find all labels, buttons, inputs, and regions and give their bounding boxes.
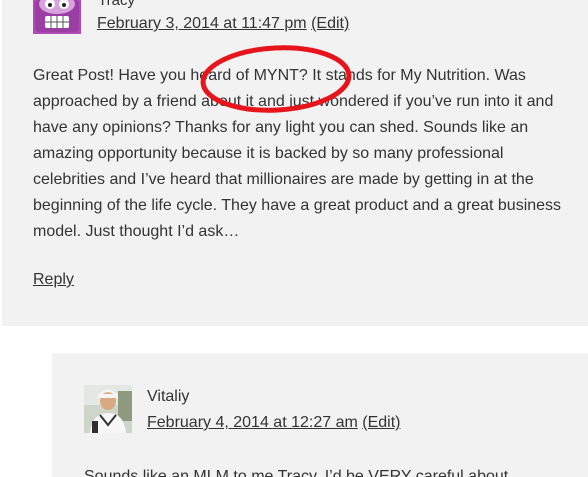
comments-page: Tracy February 3, 2014 at 11:47 pm (Edit…	[0, 0, 588, 477]
edit-link[interactable]: (Edit)	[311, 15, 349, 32]
reply-button[interactable]: Reply	[33, 271, 74, 289]
comment-meta: February 3, 2014 at 11:47 pm (Edit)	[97, 15, 349, 33]
comment-author: Vitaliy	[147, 388, 190, 405]
comment-meta: February 4, 2014 at 12:27 am (Edit)	[147, 414, 400, 432]
comment-date-link[interactable]: February 4, 2014 at 12:27 am	[147, 414, 358, 431]
person-photo-avatar-icon	[84, 385, 132, 433]
comment-author: Tracy	[98, 0, 135, 9]
comment-body: Sounds like an MLM to me Tracy. I’d be V…	[84, 468, 509, 477]
comment-date-link[interactable]: February 3, 2014 at 11:47 pm	[97, 15, 307, 32]
edit-link[interactable]: (Edit)	[362, 414, 400, 431]
reply-link[interactable]: Reply	[33, 271, 74, 288]
monster-avatar-icon	[33, 0, 81, 34]
comment-body: Great Post! Have you heard of MYNT? It s…	[33, 67, 562, 240]
